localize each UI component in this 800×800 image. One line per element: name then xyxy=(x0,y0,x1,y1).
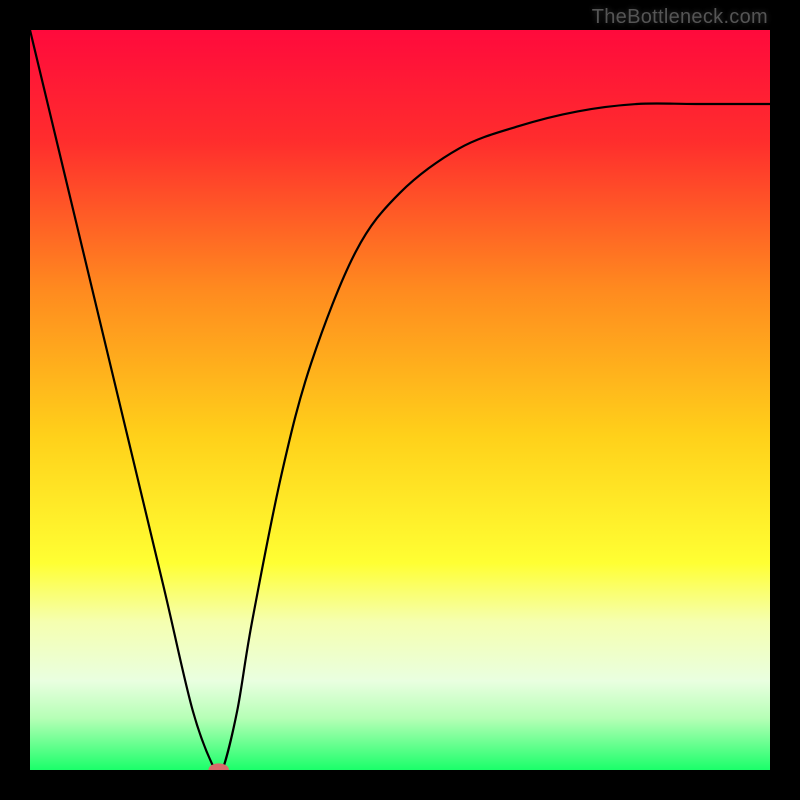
watermark-text: TheBottleneck.com xyxy=(592,6,768,29)
bottleneck-curve xyxy=(30,30,770,770)
chart-frame: TheBottleneck.com xyxy=(0,0,800,800)
plot-area xyxy=(30,30,770,770)
